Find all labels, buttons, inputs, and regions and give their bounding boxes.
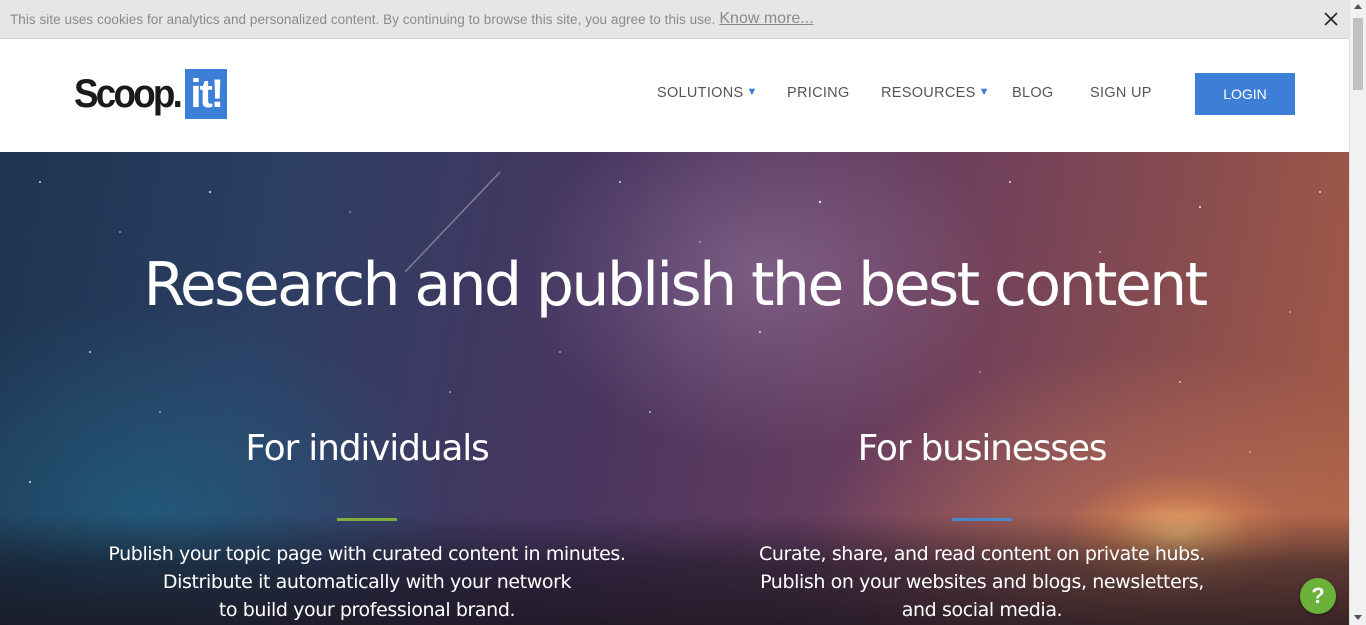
- cookie-know-more-link[interactable]: Know more...: [719, 10, 813, 28]
- individuals-heading: For individuals: [245, 428, 489, 469]
- nav-item-pricing[interactable]: PRICING: [787, 85, 850, 101]
- individuals-column: For individuals Publish your topic page …: [57, 428, 677, 624]
- description-line: Publish on your websites and blogs, news…: [760, 571, 1204, 593]
- cookie-message: This site uses cookies for analytics and…: [10, 11, 716, 27]
- main-nav: SOLUTIONS ▼ PRICING RESOURCES ▼ BLOG SIGN …: [0, 85, 1349, 105]
- nav-item-label: BLOG: [1012, 85, 1054, 101]
- businesses-heading: For businesses: [857, 428, 1108, 469]
- scroll-down-arrow-icon[interactable]: [1354, 615, 1362, 620]
- businesses-accent-rule: [952, 518, 1012, 521]
- nav-item-label: PRICING: [787, 85, 850, 101]
- hero-section: Research and publish the best content Fo…: [0, 152, 1349, 625]
- caret-down-icon: ▼: [978, 86, 990, 98]
- nav-item-blog[interactable]: BLOG: [1012, 85, 1054, 101]
- login-button[interactable]: LOGIN: [1195, 73, 1295, 115]
- individuals-accent-rule: [337, 518, 397, 521]
- nav-item-sign-up[interactable]: SIGN UP: [1090, 85, 1152, 101]
- businesses-description: Curate, share, and read content on priva…: [672, 540, 1292, 624]
- nav-item-resources[interactable]: RESOURCES ▼: [881, 85, 990, 101]
- page-scrollbar[interactable]: [1349, 0, 1366, 625]
- individuals-description: Publish your topic page with curated con…: [57, 540, 677, 624]
- caret-down-icon: ▼: [746, 86, 758, 98]
- nav-item-label: RESOURCES: [881, 85, 976, 101]
- businesses-column: For businesses Curate, share, and read c…: [672, 428, 1292, 624]
- description-line: and social media.: [901, 599, 1063, 621]
- cookie-banner: This site uses cookies for analytics and…: [0, 0, 1349, 39]
- description-line: Publish your topic page with curated con…: [108, 543, 626, 565]
- hero-title: Research and publish the best content: [143, 250, 1208, 320]
- nav-item-label: SIGN UP: [1090, 85, 1152, 101]
- nav-item-solutions[interactable]: SOLUTIONS ▼: [657, 85, 758, 101]
- help-icon[interactable]: ?: [1300, 578, 1336, 614]
- scroll-up-arrow-icon[interactable]: [1354, 4, 1362, 9]
- description-line: Distribute it automatically with your ne…: [162, 571, 572, 593]
- nav-item-label: SOLUTIONS: [657, 85, 744, 101]
- description-line: to build your professional brand.: [218, 599, 516, 621]
- close-icon[interactable]: [1321, 9, 1341, 29]
- site-header: Scoop. it! SOLUTIONS ▼ PRICING RESOURCES ▼…: [0, 39, 1349, 152]
- scroll-thumb[interactable]: [1353, 18, 1363, 90]
- description-line: Curate, share, and read content on priva…: [759, 543, 1205, 565]
